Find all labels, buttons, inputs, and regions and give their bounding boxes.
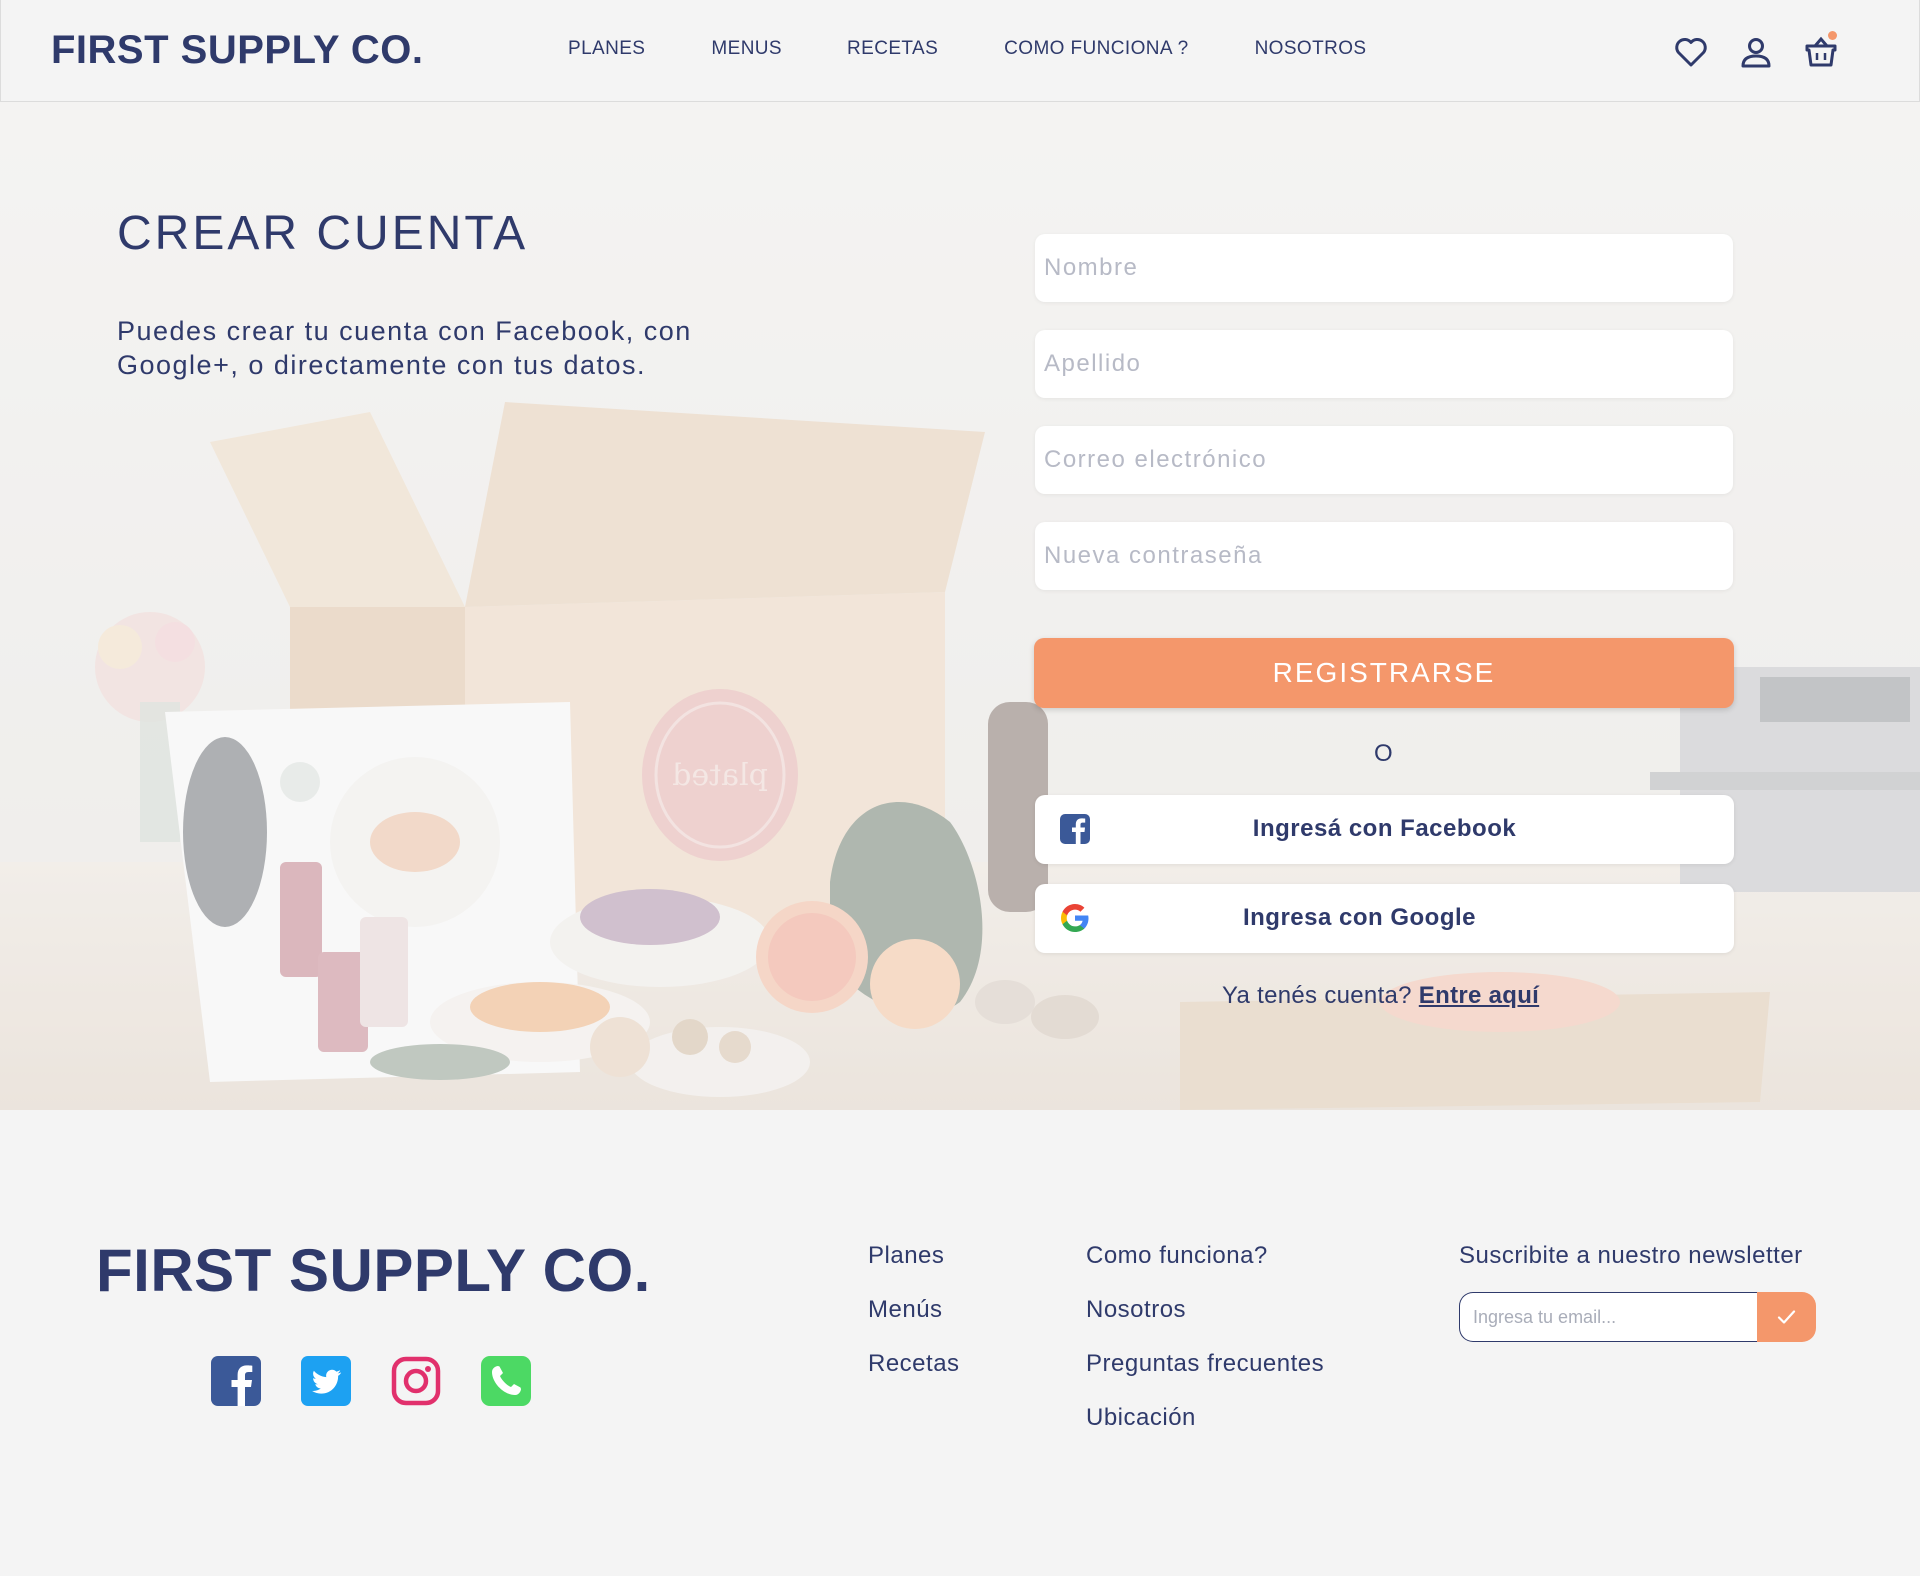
password-field[interactable] — [1035, 522, 1733, 590]
phone-icon[interactable] — [481, 1356, 531, 1406]
first-name-field[interactable] — [1035, 234, 1733, 302]
twitter-icon[interactable] — [301, 1356, 351, 1406]
facebook-login-label: Ingresá con Facebook — [1252, 815, 1517, 842]
nav-menus[interactable]: MENUS — [711, 38, 782, 60]
page-title: CREAR CUENTA — [117, 207, 529, 260]
footer-link-menus[interactable]: Menús — [868, 1296, 943, 1324]
footer-link-como-funciona[interactable]: Como funciona? — [1086, 1242, 1268, 1270]
newsletter-submit-button[interactable] — [1757, 1292, 1816, 1342]
register-button[interactable]: REGISTRARSE — [1034, 638, 1734, 708]
have-account-text: Ya tenés cuenta? — [1222, 982, 1412, 1009]
footer-link-planes[interactable]: Planes — [868, 1242, 944, 1270]
newsletter-email-input[interactable] — [1459, 1292, 1757, 1342]
site-logo[interactable]: FIRST SUPPLY CO. — [51, 28, 424, 73]
site-header: FIRST SUPPLY CO. PLANES MENUS RECETAS CO… — [0, 0, 1920, 102]
cart-icon[interactable] — [1803, 31, 1839, 70]
footer-logo[interactable]: FIRST SUPPLY CO. — [96, 1236, 651, 1305]
nav-planes[interactable]: PLANES — [568, 38, 645, 60]
login-prompt: Ya tenés cuenta? Entre aquí — [1222, 982, 1539, 1010]
hero-section: plated CREAR CUENTA Puedes crear tu cuen… — [0, 102, 1920, 1110]
heart-icon[interactable] — [1673, 34, 1709, 70]
nav-como-funciona[interactable]: COMO FUNCIONA ? — [1004, 38, 1188, 60]
footer-link-ubicacion[interactable]: Ubicación — [1086, 1404, 1196, 1432]
facebook-login-button[interactable]: Ingresá con Facebook — [1035, 795, 1734, 864]
or-separator: O — [1374, 740, 1393, 767]
google-login-label: Ingresa con Google — [1242, 904, 1477, 931]
nav-recetas[interactable]: RECETAS — [847, 38, 938, 60]
last-name-field[interactable] — [1035, 330, 1733, 398]
instagram-icon[interactable] — [391, 1356, 441, 1406]
login-link[interactable]: Entre aquí — [1419, 982, 1539, 1009]
main-nav: PLANES MENUS RECETAS COMO FUNCIONA ? NOS… — [568, 38, 1367, 60]
cart-badge — [1828, 31, 1837, 40]
footer-link-recetas[interactable]: Recetas — [868, 1350, 960, 1378]
email-field[interactable] — [1035, 426, 1733, 494]
facebook-icon[interactable] — [211, 1356, 261, 1406]
page-subtitle: Puedes crear tu cuenta con Facebook, con… — [117, 316, 692, 380]
footer-link-faq[interactable]: Preguntas frecuentes — [1086, 1350, 1324, 1378]
newsletter-title: Suscribite a nuestro newsletter — [1459, 1242, 1803, 1269]
nav-nosotros[interactable]: NOSOTROS — [1255, 38, 1367, 60]
check-icon — [1777, 1310, 1796, 1324]
google-login-button[interactable]: Ingresa con Google — [1035, 884, 1734, 953]
user-icon[interactable] — [1738, 34, 1774, 70]
site-footer: FIRST SUPPLY CO. Planes Menús Recetas Co… — [0, 1110, 1920, 1576]
footer-link-nosotros[interactable]: Nosotros — [1086, 1296, 1186, 1324]
